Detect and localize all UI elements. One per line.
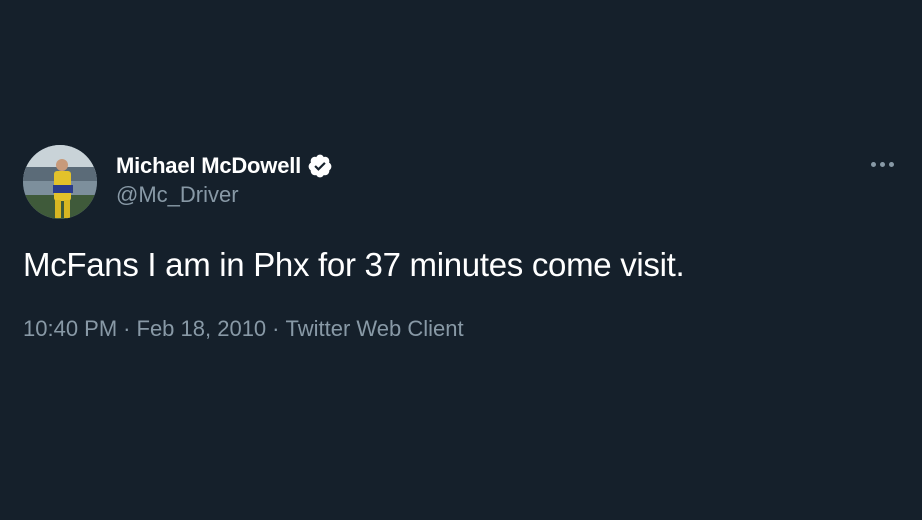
more-options-icon[interactable]	[866, 152, 898, 176]
meta-separator: ·	[123, 316, 131, 341]
author-display-name[interactable]: Michael McDowell	[116, 153, 301, 179]
meta-separator: ·	[272, 316, 280, 341]
author-name-row: Michael McDowell	[116, 150, 333, 182]
tweet-meta: 10:40 PM · Feb 18, 2010 · Twitter Web Client	[23, 316, 464, 342]
tweet-text: McFans I am in Phx for 37 minutes come v…	[23, 246, 685, 283]
verified-badge-icon	[307, 153, 333, 179]
racer-avatar-icon	[23, 145, 97, 219]
avatar[interactable]	[23, 145, 97, 219]
author-handle[interactable]: @Mc_Driver	[116, 182, 239, 208]
tweet-date: Feb 18, 2010	[136, 316, 267, 341]
tweet-client-link[interactable]: Twitter Web Client	[286, 316, 464, 341]
tweet-card: Michael McDowell @Mc_Driver McFans I am …	[0, 0, 922, 520]
tweet-time: 10:40 PM	[23, 316, 118, 341]
tweet-time-link[interactable]: 10:40 PM · Feb 18, 2010	[23, 316, 266, 341]
